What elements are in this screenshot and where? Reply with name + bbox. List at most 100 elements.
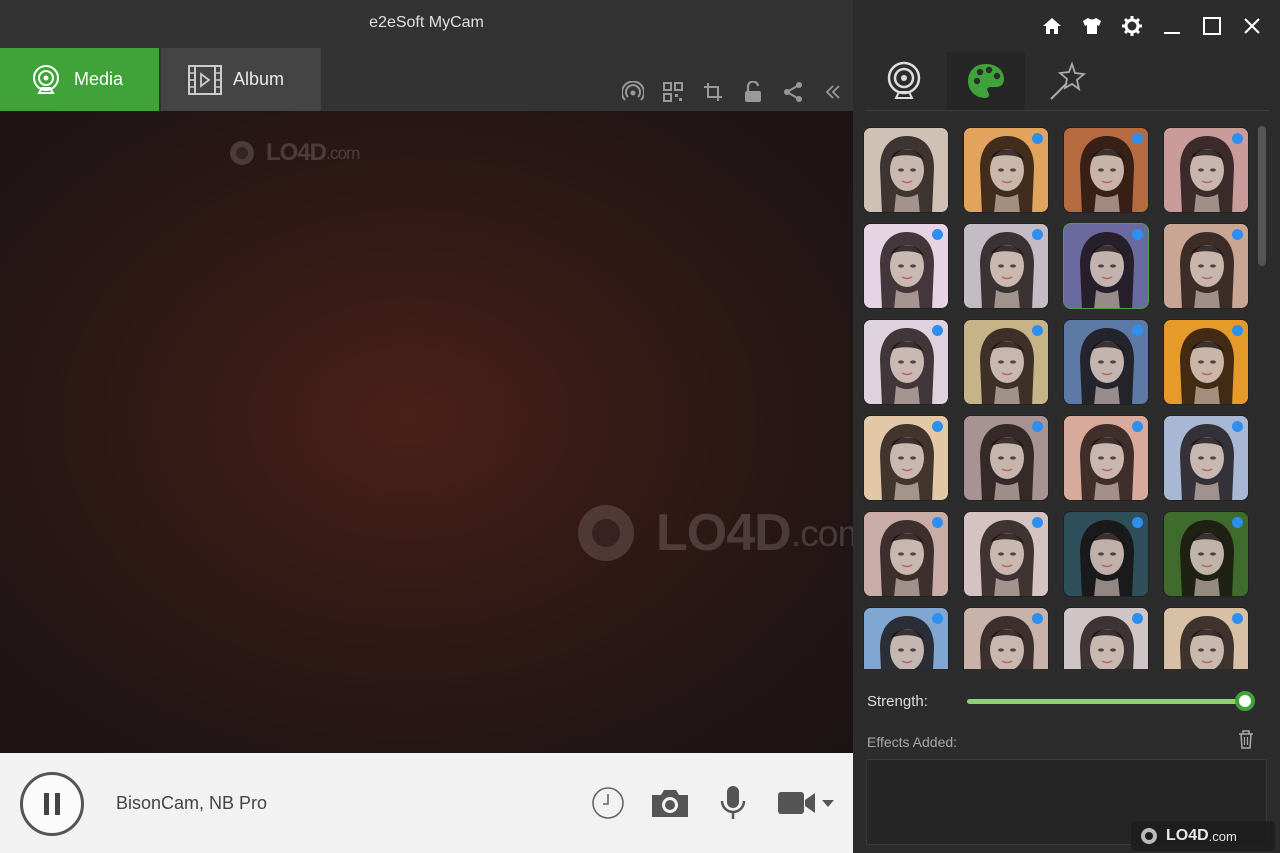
- filter-thumbnail[interactable]: [1163, 319, 1249, 405]
- filter-thumbnail[interactable]: [1063, 127, 1149, 213]
- effects-added-label: Effects Added:: [867, 734, 958, 750]
- filter-thumbnail[interactable]: [1163, 511, 1249, 597]
- filter-badge: [1232, 133, 1243, 144]
- window-title: e2eSoft MyCam: [369, 14, 484, 31]
- filter-thumbnail[interactable]: [1063, 415, 1149, 501]
- settings-icon[interactable]: [1112, 10, 1152, 42]
- snapshot-button[interactable]: [648, 783, 692, 823]
- effects-panel: Strength: Effects Added: LO4D .com: [853, 0, 1280, 853]
- maximize-icon[interactable]: [1192, 10, 1232, 42]
- timer-icon: [592, 787, 624, 819]
- share-icon[interactable]: [773, 78, 813, 106]
- unlock-icon[interactable]: [733, 78, 773, 106]
- filter-thumbnail[interactable]: [863, 319, 949, 405]
- qr-code-icon[interactable]: [653, 78, 693, 106]
- title-bar: e2eSoft MyCam: [0, 0, 853, 48]
- filter-thumbnail[interactable]: [1163, 127, 1249, 213]
- minimize-icon[interactable]: [1152, 10, 1192, 42]
- filter-badge: [1132, 613, 1143, 624]
- filter-badge: [932, 229, 943, 240]
- filter-thumbnail[interactable]: [963, 319, 1049, 405]
- device-name: BisonCam, NB Pro: [116, 793, 268, 813]
- filter-thumbnail[interactable]: [1163, 415, 1249, 501]
- tab-camera-source[interactable]: [865, 52, 943, 110]
- filter-thumbnail[interactable]: [863, 415, 949, 501]
- filter-badge: [932, 517, 943, 528]
- filter-thumbnail[interactable]: [1063, 511, 1149, 597]
- skin-icon[interactable]: [1072, 10, 1112, 42]
- filter-thumbnail[interactable]: [1163, 223, 1249, 309]
- tab-media-label: Media: [74, 69, 124, 89]
- effects-tabs: [865, 52, 1269, 111]
- filter-thumbnail[interactable]: [1063, 607, 1149, 669]
- timer-button[interactable]: [588, 783, 628, 823]
- filter-badge: [1032, 325, 1043, 336]
- camera-icon: [652, 790, 688, 817]
- filter-badge: [1032, 517, 1043, 528]
- filter-badge: [1232, 517, 1243, 528]
- pause-button[interactable]: [20, 772, 84, 836]
- filter-thumbnail[interactable]: [963, 415, 1049, 501]
- filter-badge: [1232, 325, 1243, 336]
- filter-thumbnail[interactable]: [863, 127, 949, 213]
- filter-badge: [1032, 229, 1043, 240]
- microphone-button[interactable]: [716, 783, 750, 823]
- filter-thumbnail[interactable]: [963, 511, 1049, 597]
- video-camera-icon: [778, 792, 815, 814]
- filter-badge: [1032, 613, 1043, 624]
- strength-slider[interactable]: [967, 699, 1245, 704]
- filter-thumbnail[interactable]: [963, 127, 1049, 213]
- tab-album-label: Album: [233, 69, 285, 89]
- filter-badge: [1032, 133, 1043, 144]
- film-icon: [187, 62, 223, 98]
- camera-preview[interactable]: LO4D.com LO4D.com: [0, 111, 853, 753]
- record-button[interactable]: [774, 783, 838, 823]
- broadcast-icon[interactable]: [613, 78, 653, 106]
- tab-album[interactable]: Album: [161, 48, 321, 111]
- filter-thumbnail[interactable]: [1063, 223, 1149, 309]
- app-window: e2eSoft MyCam Media Album LO4D .com LO4D…: [0, 0, 1280, 853]
- close-icon[interactable]: [1232, 10, 1272, 42]
- microphone-icon: [720, 786, 746, 819]
- filter-badge: [1232, 229, 1243, 240]
- dropdown-arrow-icon: [822, 800, 834, 807]
- watermark-small: LO4D .com: [228, 139, 360, 167]
- webcam-icon: [887, 61, 921, 99]
- filter-badge: [932, 325, 943, 336]
- filter-thumbnail[interactable]: [1163, 607, 1249, 669]
- crop-icon[interactable]: [693, 78, 733, 106]
- collapse-icon[interactable]: [813, 78, 853, 106]
- filter-thumbnail[interactable]: [963, 223, 1049, 309]
- filter-badge: [1132, 517, 1143, 528]
- filter-thumbnail[interactable]: [863, 223, 949, 309]
- home-icon[interactable]: [1032, 10, 1072, 42]
- filter-badge: [1132, 133, 1143, 144]
- portrait-preview: [864, 128, 948, 212]
- filter-thumbnail[interactable]: [863, 511, 949, 597]
- strength-label: Strength:: [867, 693, 928, 710]
- trash-icon[interactable]: [1236, 728, 1256, 750]
- filter-badge: [1032, 421, 1043, 432]
- filter-badge: [1132, 325, 1143, 336]
- window-controls: [1032, 10, 1272, 42]
- pause-icon: [44, 793, 49, 815]
- filter-badge: [1132, 229, 1143, 240]
- filter-thumbnail[interactable]: [1063, 319, 1149, 405]
- filter-badge: [932, 613, 943, 624]
- filter-scrollbar[interactable]: [1258, 126, 1266, 266]
- strength-slider-knob[interactable]: [1235, 691, 1255, 711]
- tab-filters[interactable]: [947, 52, 1025, 110]
- corner-watermark: LO4D .com: [1131, 821, 1275, 851]
- preview-toolbar: [613, 78, 853, 106]
- filter-badge: [1232, 613, 1243, 624]
- control-bar: BisonCam, NB Pro: [0, 753, 853, 853]
- tab-media[interactable]: Media: [0, 48, 159, 111]
- magic-wand-icon: [1050, 61, 1087, 100]
- filter-thumbnail[interactable]: [963, 607, 1049, 669]
- palette-icon: [968, 64, 1004, 98]
- watermark-large: LO4D.com: [566, 501, 853, 565]
- filter-thumbnail[interactable]: [863, 607, 949, 669]
- filter-badge: [1132, 421, 1143, 432]
- filter-badge: [932, 421, 943, 432]
- tab-magic-effects[interactable]: [1029, 52, 1107, 110]
